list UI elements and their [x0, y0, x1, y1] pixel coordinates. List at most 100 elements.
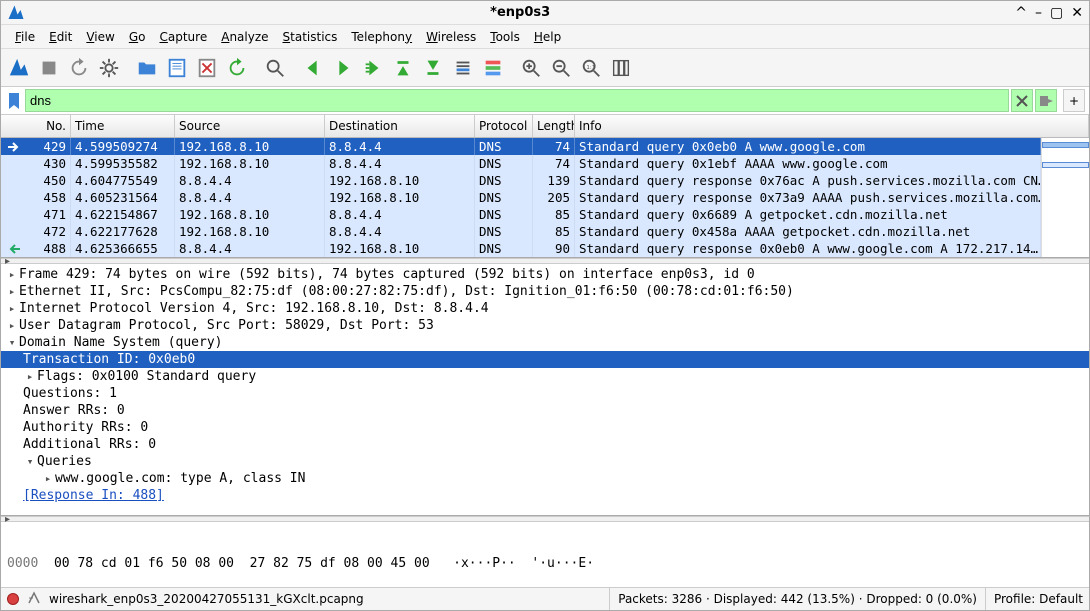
menu-file[interactable]: File: [9, 28, 41, 46]
packet-row[interactable]: 4884.6253666558.8.4.4192.168.8.10DNS90St…: [1, 240, 1041, 257]
packet-list-header[interactable]: No. Time Source Destination Protocol Len…: [1, 115, 1089, 138]
packet-bytes-pane[interactable]: 0000 00 78 cd 01 f6 50 08 00 27 82 75 df…: [1, 522, 1089, 588]
packet-row[interactable]: 4304.599535582192.168.8.108.8.4.4DNS74St…: [1, 155, 1041, 172]
cell-no: 429: [23, 138, 71, 155]
packet-row[interactable]: 4714.622154867192.168.8.108.8.4.4DNS85St…: [1, 206, 1041, 223]
close-file-button[interactable]: [193, 54, 221, 82]
column-header-source[interactable]: Source: [175, 115, 325, 137]
menu-help[interactable]: Help: [528, 28, 567, 46]
stop-capture-button[interactable]: [35, 54, 63, 82]
display-filter-bar: +: [1, 87, 1089, 115]
cell-len: 85: [533, 223, 575, 240]
go-previous-button[interactable]: [299, 54, 327, 82]
packet-row[interactable]: 4584.6052315648.8.4.4192.168.8.10DNS205S…: [1, 189, 1041, 206]
cell-src: 192.168.8.10: [175, 223, 325, 240]
cell-time: 4.622177628: [71, 223, 175, 240]
cell-no: 472: [23, 223, 71, 240]
detail-questions[interactable]: Questions: 1: [23, 386, 117, 401]
menu-telephony[interactable]: Telephony: [345, 28, 418, 46]
column-header-length[interactable]: Length: [533, 115, 575, 137]
colorize-button[interactable]: [479, 54, 507, 82]
cell-len: 205: [533, 189, 575, 206]
filter-bookmark-icon[interactable]: [5, 89, 23, 112]
cell-src: 192.168.8.10: [175, 155, 325, 172]
column-header-protocol[interactable]: Protocol: [475, 115, 533, 137]
menu-tools[interactable]: Tools: [484, 28, 526, 46]
cell-proto: DNS: [475, 155, 533, 172]
cell-info: Standard query 0x6689 A getpocket.cdn.mo…: [575, 206, 1041, 223]
reload-file-button[interactable]: [223, 54, 251, 82]
detail-additional-rrs[interactable]: Additional RRs: 0: [23, 437, 156, 452]
column-header-time[interactable]: Time: [71, 115, 175, 137]
cell-no: 430: [23, 155, 71, 172]
menu-go[interactable]: Go: [123, 28, 152, 46]
packet-list-scrollbar[interactable]: [1041, 138, 1089, 257]
cell-no: 471: [23, 206, 71, 223]
filter-apply-button[interactable]: [1035, 89, 1057, 112]
detail-udp[interactable]: User Datagram Protocol, Src Port: 58029,…: [19, 318, 434, 333]
column-header-info[interactable]: Info: [575, 115, 1089, 137]
cell-no: 458: [23, 189, 71, 206]
filter-clear-button[interactable]: [1011, 89, 1033, 112]
capture-options-button[interactable]: [95, 54, 123, 82]
detail-authority-rrs[interactable]: Authority RRs: 0: [23, 420, 148, 435]
detail-frame[interactable]: Frame 429: 74 bytes on wire (592 bits), …: [19, 267, 755, 282]
filter-add-button[interactable]: +: [1063, 89, 1085, 112]
window-maximize-icon[interactable]: ▢: [1050, 5, 1063, 21]
resize-columns-button[interactable]: [607, 54, 635, 82]
detail-answer-rrs[interactable]: Answer RRs: 0: [23, 403, 125, 418]
start-capture-button[interactable]: [5, 54, 33, 82]
packet-list-body[interactable]: 4294.599509274192.168.8.108.8.4.4DNS74St…: [1, 138, 1041, 257]
detail-dns[interactable]: Domain Name System (query): [19, 335, 223, 350]
cell-info: Standard query 0x458a AAAA getpocket.cdn…: [575, 223, 1041, 240]
cell-len: 139: [533, 172, 575, 189]
cell-dst: 192.168.8.10: [325, 172, 475, 189]
window-minimize-icon[interactable]: –: [1035, 5, 1042, 21]
status-profile[interactable]: Profile: Default: [985, 588, 1083, 610]
go-last-button[interactable]: [419, 54, 447, 82]
zoom-out-button[interactable]: [547, 54, 575, 82]
cell-proto: DNS: [475, 172, 533, 189]
menu-wireless[interactable]: Wireless: [420, 28, 482, 46]
save-file-button[interactable]: [163, 54, 191, 82]
window-up-icon[interactable]: ^: [1015, 5, 1027, 21]
cell-proto: DNS: [475, 138, 533, 155]
detail-response-link[interactable]: [Response In: 488]: [23, 488, 164, 503]
menu-statistics[interactable]: Statistics: [277, 28, 344, 46]
auto-scroll-button[interactable]: [449, 54, 477, 82]
cell-dst: 192.168.8.10: [325, 189, 475, 206]
zoom-in-button[interactable]: [517, 54, 545, 82]
packet-row[interactable]: 4724.622177628192.168.8.108.8.4.4DNS85St…: [1, 223, 1041, 240]
open-file-button[interactable]: [133, 54, 161, 82]
find-packet-button[interactable]: [261, 54, 289, 82]
expert-info-indicator[interactable]: [7, 593, 19, 605]
packet-list-pane: No. Time Source Destination Protocol Len…: [1, 115, 1089, 258]
cell-src: 192.168.8.10: [175, 138, 325, 155]
cell-no: 450: [23, 172, 71, 189]
go-first-button[interactable]: [389, 54, 417, 82]
detail-ip[interactable]: Internet Protocol Version 4, Src: 192.16…: [19, 301, 489, 316]
detail-transaction-id[interactable]: Transaction ID: 0x0eb0: [23, 352, 195, 367]
packet-details-pane[interactable]: ▸Frame 429: 74 bytes on wire (592 bits),…: [1, 264, 1089, 516]
detail-queries[interactable]: Queries: [37, 454, 92, 469]
window-close-icon[interactable]: ✕: [1071, 5, 1083, 21]
zoom-reset-button[interactable]: 1:1: [577, 54, 605, 82]
menu-edit[interactable]: Edit: [43, 28, 78, 46]
detail-query-0[interactable]: www.google.com: type A, class IN: [55, 471, 305, 486]
packet-row[interactable]: 4504.6047755498.8.4.4192.168.8.10DNS139S…: [1, 172, 1041, 189]
detail-flags[interactable]: Flags: 0x0100 Standard query: [37, 369, 256, 384]
menu-analyze[interactable]: Analyze: [215, 28, 274, 46]
incoming-marker-icon: [1, 240, 23, 257]
menu-view[interactable]: View: [80, 28, 120, 46]
outgoing-marker-icon: [1, 138, 23, 155]
capture-file-properties-icon[interactable]: [27, 591, 41, 608]
go-next-button[interactable]: [329, 54, 357, 82]
menu-capture[interactable]: Capture: [153, 28, 213, 46]
go-to-packet-button[interactable]: [359, 54, 387, 82]
display-filter-input[interactable]: [25, 89, 1009, 112]
detail-ethernet[interactable]: Ethernet II, Src: PcsCompu_82:75:df (08:…: [19, 284, 794, 299]
column-header-destination[interactable]: Destination: [325, 115, 475, 137]
column-header-no[interactable]: No.: [23, 115, 71, 137]
restart-capture-button[interactable]: [65, 54, 93, 82]
packet-row[interactable]: 4294.599509274192.168.8.108.8.4.4DNS74St…: [1, 138, 1041, 155]
